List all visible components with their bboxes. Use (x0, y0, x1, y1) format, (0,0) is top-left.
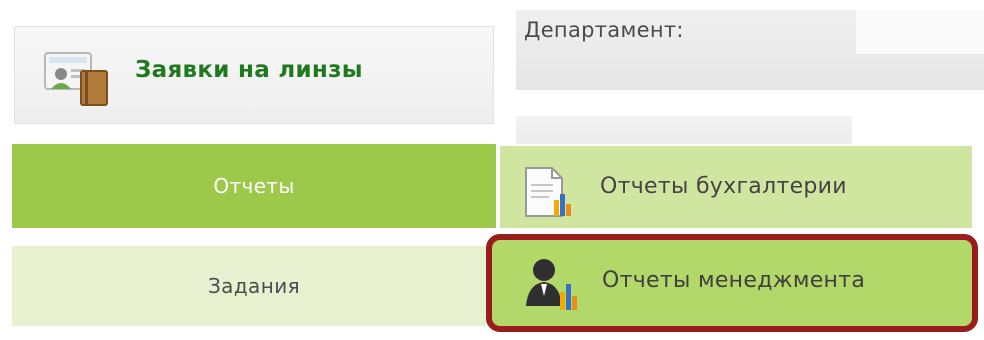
nav-item-reports-label: Отчеты (213, 174, 295, 198)
document-bar-chart-icon (520, 164, 580, 220)
submenu-item-management-label: Отчеты менеджмента (602, 268, 866, 293)
submenu-item-accounting-label: Отчеты бухгалтерии (600, 174, 847, 199)
department-panel-lower (516, 116, 852, 144)
nav-item-reports[interactable]: Отчеты (12, 144, 496, 228)
manager-bar-chart-icon (522, 252, 582, 316)
department-label: Департамент: (524, 18, 684, 42)
lens-orders-tile[interactable]: Заявки на линзы (14, 26, 494, 124)
contact-card-book-icon (41, 47, 117, 111)
department-panel: Департамент: (516, 10, 984, 90)
nav-item-tasks[interactable]: Задания (12, 246, 496, 326)
submenu-item-management-reports[interactable]: Отчеты менеджмента (486, 234, 978, 332)
lens-orders-label: Заявки на линзы (135, 57, 363, 83)
department-field[interactable] (856, 10, 984, 54)
submenu-item-accounting-reports[interactable]: Отчеты бухгалтерии (500, 146, 972, 228)
nav-item-tasks-label: Задания (207, 274, 301, 298)
